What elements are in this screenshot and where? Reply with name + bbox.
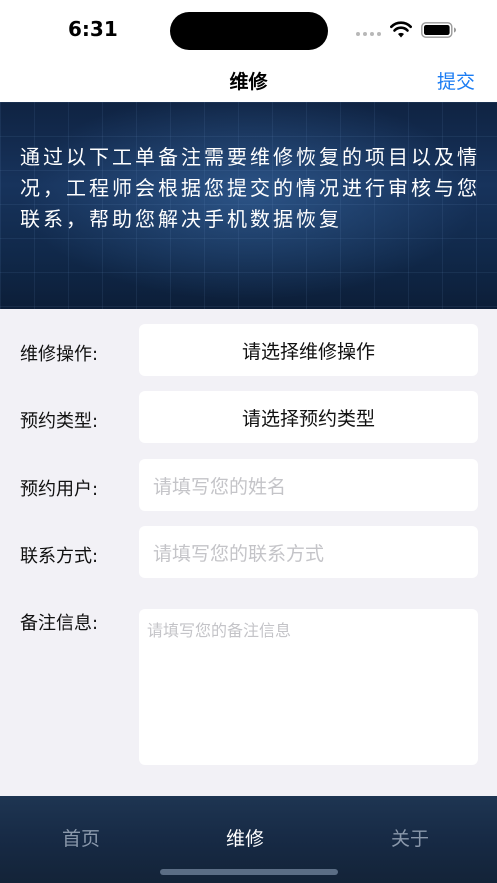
info-banner: 通过以下工单备注需要维修恢复的项目以及情况，工程师会根据您提交的情况进行审核与您…	[0, 102, 497, 309]
repair-operation-label: 维修操作:	[20, 344, 99, 365]
repair-form: 维修操作: 请选择维修操作 预约类型: 请选择预约类型 预约用户: 请填写您的姓…	[0, 309, 497, 796]
banner-text: 通过以下工单备注需要维修恢复的项目以及情况，工程师会根据您提交的情况进行审核与您…	[20, 145, 480, 231]
status-bar: 6:31	[0, 0, 497, 58]
appointment-user-label: 预约用户:	[20, 479, 99, 500]
status-time: 6:31	[68, 17, 118, 41]
battery-icon	[421, 22, 456, 38]
signal-dots-icon	[356, 32, 382, 36]
name-input[interactable]: 请填写您的姓名	[139, 459, 478, 511]
tab-about[interactable]: 关于	[391, 824, 429, 851]
appointment-type-select[interactable]: 请选择预约类型	[139, 391, 478, 443]
appointment-type-label: 预约类型:	[20, 411, 99, 432]
dynamic-island	[170, 12, 328, 50]
remarks-label: 备注信息:	[20, 613, 99, 634]
submit-button[interactable]: 提交	[437, 67, 475, 94]
contact-label: 联系方式:	[20, 546, 99, 567]
wifi-icon	[390, 21, 412, 38]
home-indicator	[160, 869, 338, 875]
tab-repair[interactable]: 维修	[226, 824, 264, 851]
contact-input[interactable]: 请填写您的联系方式	[139, 526, 478, 578]
repair-operation-select[interactable]: 请选择维修操作	[139, 324, 478, 376]
remarks-textarea[interactable]: 请填写您的备注信息	[139, 609, 478, 765]
navigation-bar: 维修 提交	[0, 58, 497, 102]
tab-home[interactable]: 首页	[62, 824, 100, 851]
page-title: 维修	[229, 71, 268, 93]
